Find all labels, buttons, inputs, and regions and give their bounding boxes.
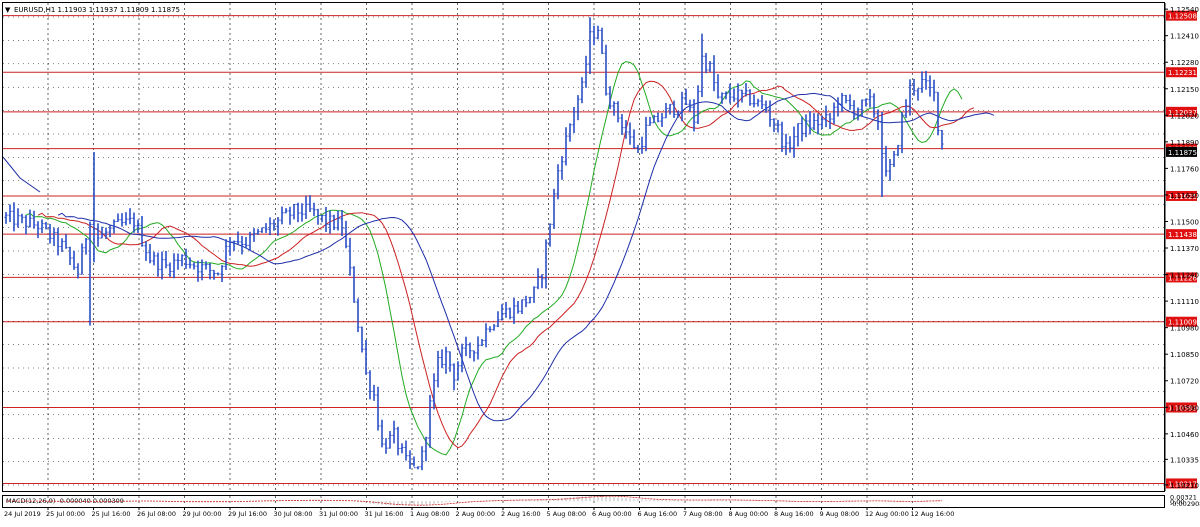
price-tick-label: 1.10720 bbox=[1170, 378, 1199, 386]
header: ▼ EURUSD,H1 1.11903 1.11937 1.11809 1.11… bbox=[5, 6, 180, 14]
price-tick-label: 1.12410 bbox=[1170, 33, 1199, 41]
price-tick-label: 1.10460 bbox=[1170, 431, 1199, 439]
time-tick-label: 6 Aug 16:00 bbox=[638, 510, 678, 518]
time-tick-label: 8 Aug 16:00 bbox=[774, 510, 814, 518]
time-tick-label: 26 Jul 08:00 bbox=[137, 510, 176, 518]
time-tick-label: 24 Jul 2019 bbox=[4, 510, 41, 518]
time-tick-label: 6 Aug 00:00 bbox=[592, 510, 632, 518]
price-tick-label: 1.11890 bbox=[1170, 139, 1199, 147]
time-tick-label: 31 Jul 00:00 bbox=[319, 510, 358, 518]
price-tick-label: 1.10590 bbox=[1170, 404, 1199, 412]
price-tick-label: 1.11370 bbox=[1170, 245, 1199, 253]
price-chart[interactable]: 1.125081.122311.120371.118571.116251.114… bbox=[0, 0, 1200, 523]
price-tick-label: 1.11240 bbox=[1170, 272, 1199, 280]
price-tick-label: 1.11110 bbox=[1170, 298, 1199, 306]
current-price-label: 1.11875 bbox=[1168, 149, 1197, 157]
time-tick-label: 9 Aug 08:00 bbox=[820, 510, 860, 518]
macd-tick-label: -0.002908 bbox=[1170, 500, 1200, 508]
time-tick-label: 31 Jul 16:00 bbox=[365, 510, 404, 518]
time-tick-label: 29 Jul 16:00 bbox=[228, 510, 267, 518]
level-label: 1.11438 bbox=[1168, 231, 1197, 239]
time-tick-label: 30 Jul 08:00 bbox=[274, 510, 313, 518]
time-tick-label: 8 Aug 00:00 bbox=[729, 510, 769, 518]
level-label: 1.12231 bbox=[1168, 69, 1197, 77]
price-tick-label: 1.10980 bbox=[1170, 325, 1199, 333]
time-tick-label: 2 Aug 16:00 bbox=[501, 510, 541, 518]
price-tick-label: 1.12020 bbox=[1170, 112, 1199, 120]
price-tick-label: 1.11500 bbox=[1170, 218, 1199, 226]
price-tick-label: 1.11630 bbox=[1170, 192, 1199, 200]
time-tick-label: 29 Jul 00:00 bbox=[183, 510, 222, 518]
time-tick-label: 7 Aug 08:00 bbox=[683, 510, 723, 518]
time-tick-label: 2 Aug 00:00 bbox=[456, 510, 496, 518]
chart-window: 1.125081.122311.120371.118571.116251.114… bbox=[0, 0, 1200, 523]
price-tick-label: 1.10850 bbox=[1170, 351, 1199, 359]
price-tick-label: 1.12540 bbox=[1170, 6, 1199, 14]
time-tick-label: 5 Aug 08:00 bbox=[547, 510, 587, 518]
time-tick-label: 12 Aug 00:00 bbox=[865, 510, 909, 518]
chart-background bbox=[0, 0, 1200, 523]
time-tick-label: 1 Aug 08:00 bbox=[410, 510, 450, 518]
time-tick-label: 12 Aug 16:00 bbox=[911, 510, 955, 518]
price-tick-label: 1.12280 bbox=[1170, 59, 1199, 67]
symbol-info: EURUSD,H1 1.11903 1.11937 1.11809 1.1187… bbox=[14, 6, 180, 14]
price-tick-label: 1.10210 bbox=[1170, 482, 1199, 490]
collapse-arrow-icon[interactable]: ▼ bbox=[5, 6, 11, 14]
price-tick-label: 1.10335 bbox=[1170, 456, 1199, 464]
time-tick-label: 25 Jul 16:00 bbox=[92, 510, 131, 518]
time-tick-label: 25 Jul 00:00 bbox=[46, 510, 85, 518]
price-tick-label: 1.11760 bbox=[1170, 165, 1199, 173]
price-tick-label: 1.12150 bbox=[1170, 86, 1199, 94]
